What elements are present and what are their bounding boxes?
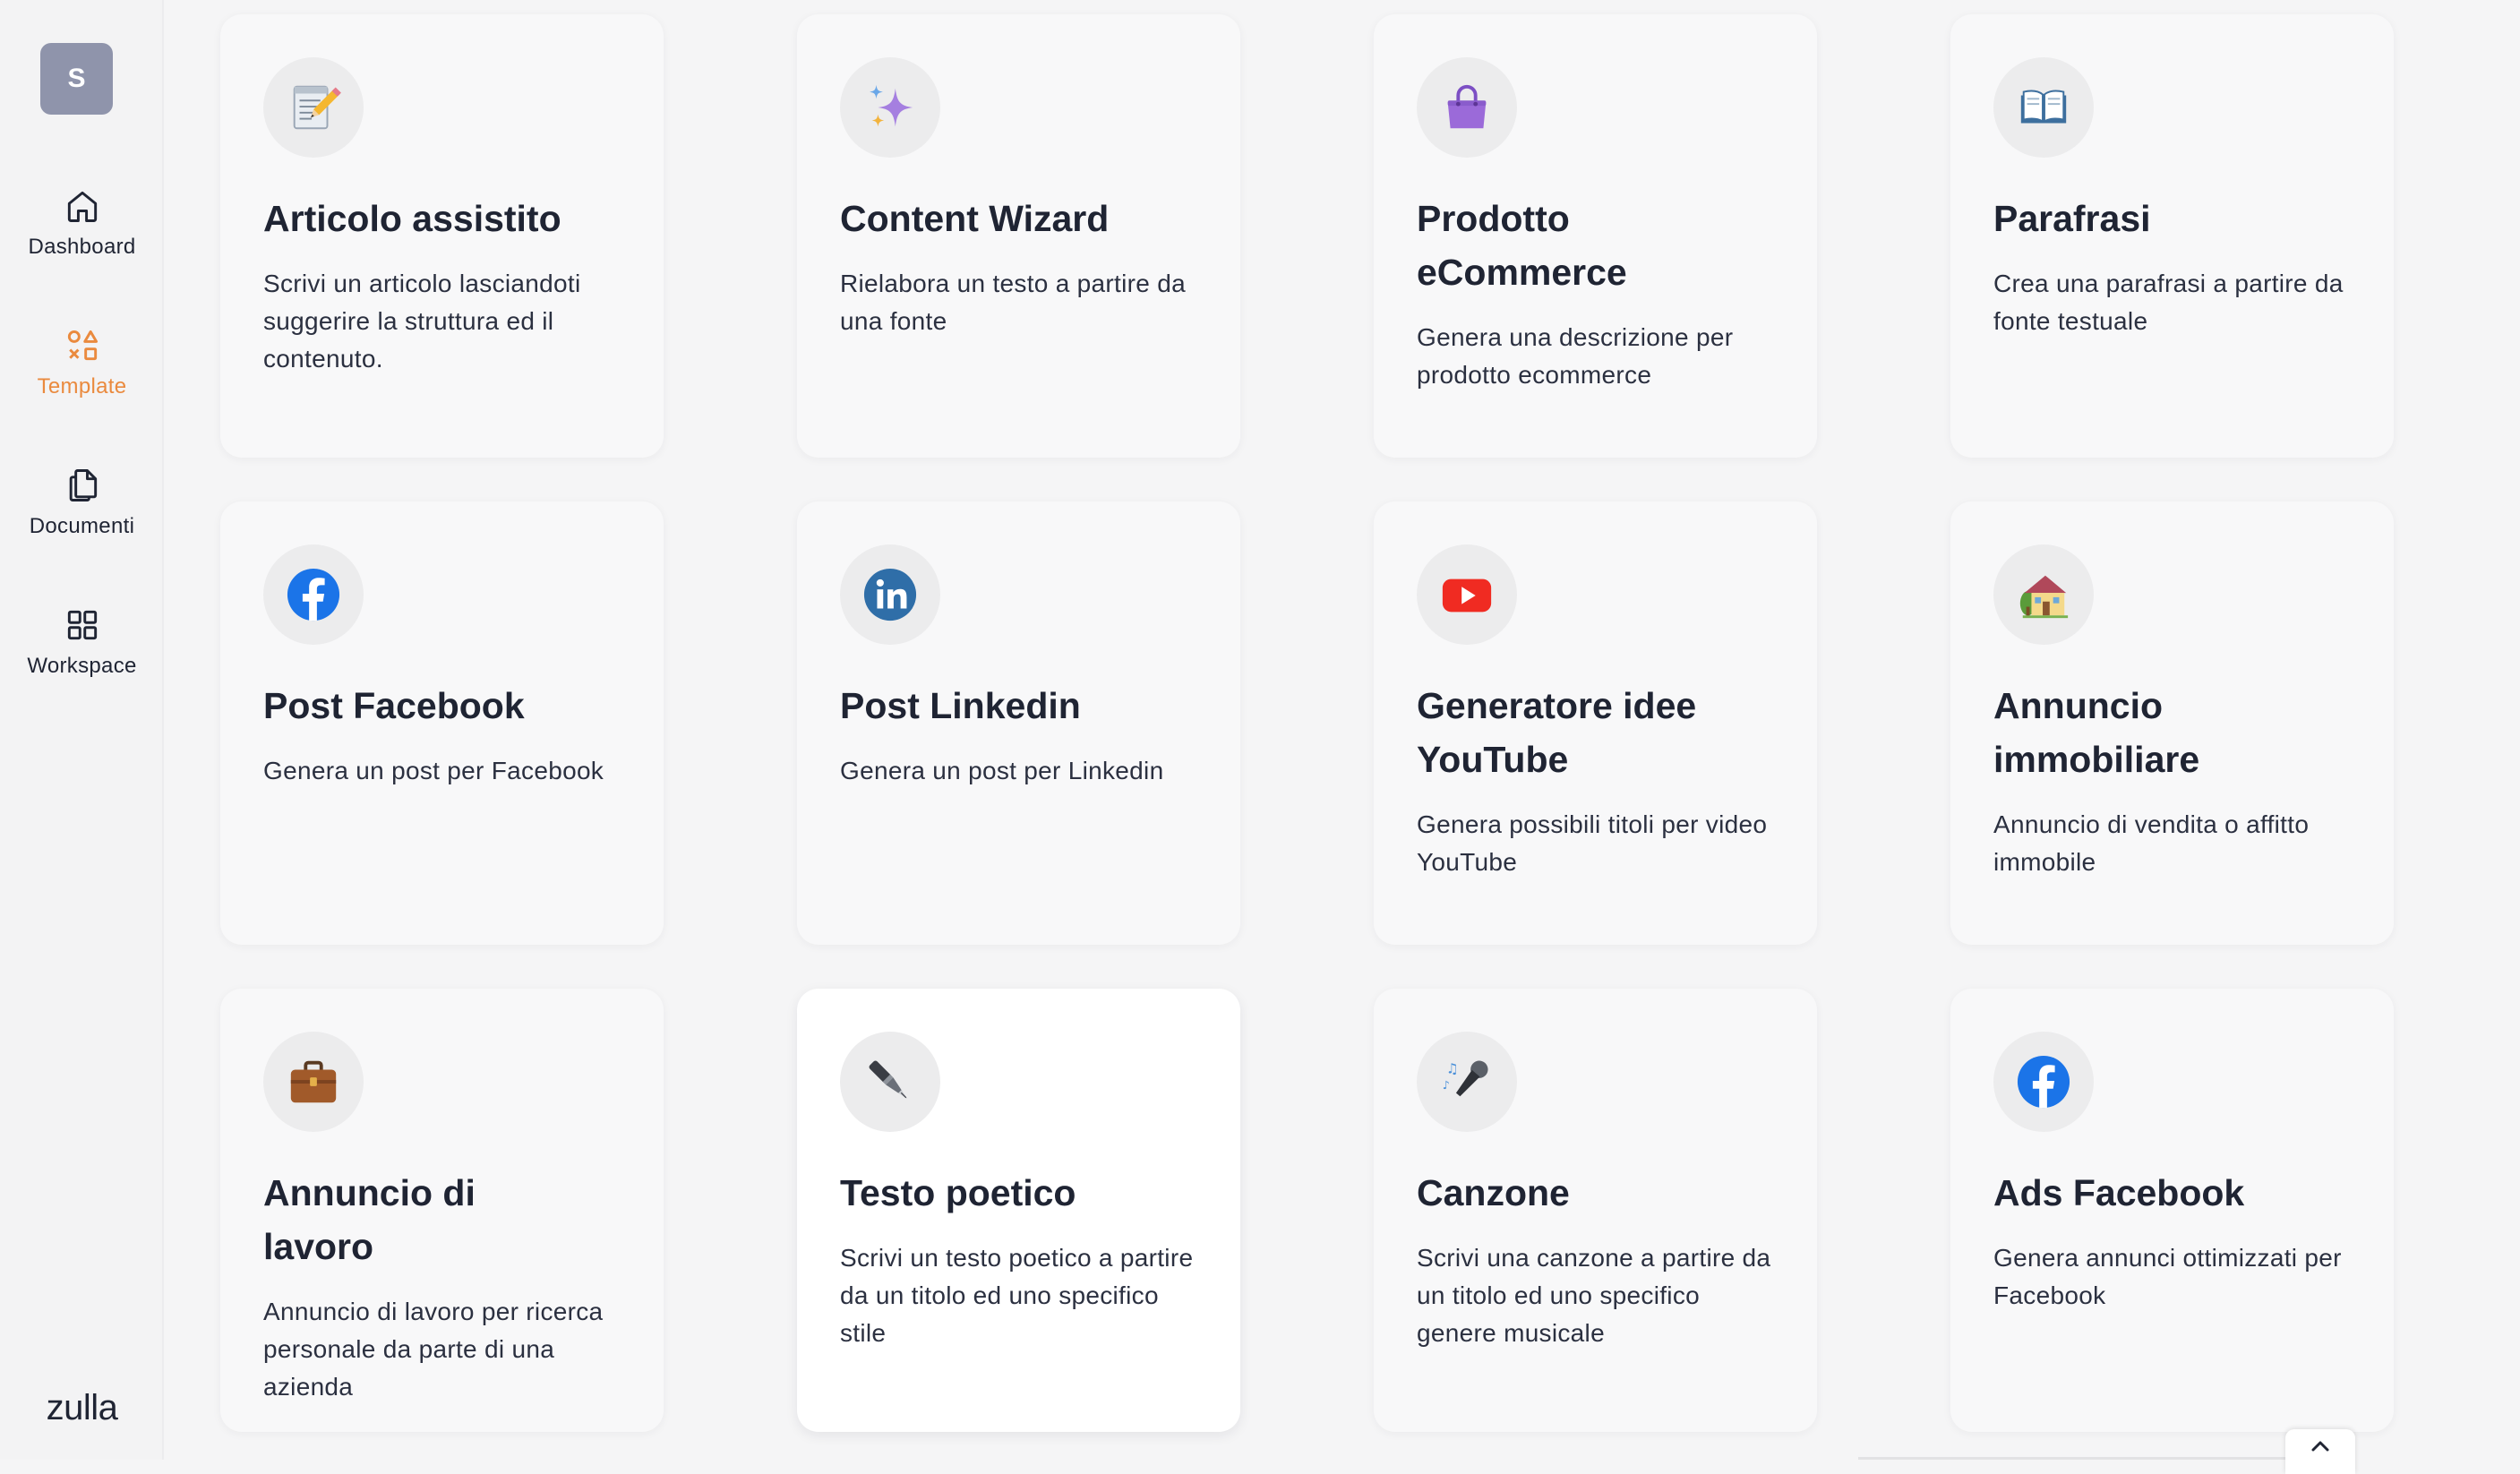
card-description: Rielabora un testo a partire da una font… xyxy=(840,270,1186,335)
card-description: Genera una descrizione per prodotto ecom… xyxy=(1417,323,1734,389)
card-title: Generatore idee YouTube xyxy=(1417,685,1697,780)
sidebar: S Dashboard Template Documenti Workspace… xyxy=(0,0,164,1460)
fountain-pen-icon xyxy=(869,1060,908,1100)
icon-badge xyxy=(1993,544,2094,645)
linkedin-icon xyxy=(863,568,917,621)
icon-badge xyxy=(1417,544,1517,645)
grid-icon xyxy=(67,610,97,640)
memo-pencil-icon xyxy=(293,85,341,130)
card-title: Content Wizard xyxy=(840,198,1110,239)
icon-badge xyxy=(840,544,940,645)
app-logo: zulla xyxy=(46,1388,118,1427)
briefcase-icon xyxy=(290,1060,337,1103)
icon-badge xyxy=(263,57,364,158)
sparkles-icon xyxy=(869,84,913,127)
template-card-post-linkedin[interactable]: Post Linkedin Genera un post per Linkedi… xyxy=(797,501,1240,945)
shapes-icon xyxy=(67,330,98,361)
card-title: Post Linkedin xyxy=(840,685,1081,726)
icon-badge xyxy=(263,544,364,645)
svg-text:♪: ♪ xyxy=(1443,1078,1450,1092)
nav-documenti-label: Documenti xyxy=(29,514,135,538)
facebook-icon xyxy=(287,568,340,621)
card-title: Prodotto eCommerce xyxy=(1417,198,1627,293)
card-title: Annuncio di lavoro xyxy=(263,1172,476,1267)
card-description: Scrivi una canzone a partire da un titol… xyxy=(1417,1244,1771,1347)
template-grid: Articolo assistito Scrivi un articolo la… xyxy=(220,14,2394,1432)
template-card-generatore-idee-youtube[interactable]: Generatore idee YouTube Genera possibili… xyxy=(1374,501,1817,945)
card-title: Post Facebook xyxy=(263,685,525,726)
icon-badge: ♫ ♪ xyxy=(1417,1032,1517,1132)
nav-dashboard-label: Dashboard xyxy=(28,235,136,259)
template-card-post-facebook[interactable]: Post Facebook Genera un post per Faceboo… xyxy=(220,501,664,945)
icon-badge xyxy=(1417,57,1517,158)
template-card-prodotto-ecommerce[interactable]: Prodotto eCommerce Genera una descrizion… xyxy=(1374,14,1817,458)
scroll-top-button[interactable] xyxy=(2285,1429,2355,1474)
chevron-up-icon xyxy=(2311,1441,2329,1452)
nav-documenti[interactable]: Documenti xyxy=(0,466,164,539)
template-card-content-wizard[interactable]: Content Wizard Rielabora un testo a part… xyxy=(797,14,1240,458)
template-card-canzone[interactable]: ♫ ♪ Canzone Scrivi una canzone a partire… xyxy=(1374,989,1817,1432)
home-icon xyxy=(67,191,97,222)
youtube-icon xyxy=(1442,578,1492,613)
card-description: Genera un post per Facebook xyxy=(263,757,604,784)
card-description: Genera possibili titoli per video YouTub… xyxy=(1417,810,1768,876)
nav-template[interactable]: Template xyxy=(0,326,164,399)
card-description: Scrivi un articolo lasciandoti suggerire… xyxy=(263,270,581,373)
card-title: Canzone xyxy=(1417,1172,1570,1213)
handbag-icon xyxy=(1447,84,1487,129)
card-title: Ads Facebook xyxy=(1993,1172,2245,1213)
card-title: Articolo assistito xyxy=(263,198,561,239)
template-card-annuncio-di-lavoro[interactable]: Annuncio di lavoro Annuncio di lavoro pe… xyxy=(220,989,664,1432)
facebook-icon xyxy=(2017,1055,2070,1109)
card-title: Annuncio immobiliare xyxy=(1993,685,2200,780)
documents-icon xyxy=(69,469,97,501)
template-card-ads-facebook[interactable]: Ads Facebook Genera annunci ottimizzati … xyxy=(1950,989,2394,1432)
icon-badge xyxy=(263,1032,364,1132)
card-description: Scrivi un testo poetico a partire da un … xyxy=(840,1244,1194,1347)
nav-workspace-label: Workspace xyxy=(27,654,137,678)
template-card-testo-poetico[interactable]: Testo poetico Scrivi un testo poetico a … xyxy=(797,989,1240,1432)
icon-badge xyxy=(1993,57,2094,158)
template-card-parafrasi[interactable]: Parafrasi Crea una parafrasi a partire d… xyxy=(1950,14,2394,458)
card-description: Genera un post per Linkedin xyxy=(840,757,1164,784)
icon-badge xyxy=(1993,1032,2094,1132)
nav-dashboard[interactable]: Dashboard xyxy=(0,186,164,260)
card-description: Annuncio di vendita o affitto immobile xyxy=(1993,810,2310,876)
open-book-icon xyxy=(2020,90,2067,124)
avatar[interactable]: S xyxy=(40,43,113,115)
card-title: Testo poetico xyxy=(840,1172,1076,1213)
microphone-icon: ♫ ♪ xyxy=(1443,1060,1488,1097)
card-title: Parafrasi xyxy=(1993,198,2151,239)
template-card-articolo-assistito[interactable]: Articolo assistito Scrivi un articolo la… xyxy=(220,14,664,458)
card-description: Annuncio di lavoro per ricerca personale… xyxy=(263,1298,604,1401)
nav-workspace[interactable]: Workspace xyxy=(0,605,164,679)
card-description: Genera annunci ottimizzati per Facebook xyxy=(1993,1244,2342,1309)
card-description: Crea una parafrasi a partire da fonte te… xyxy=(1993,270,2344,335)
nav-template-label: Template xyxy=(37,374,127,398)
icon-badge xyxy=(840,57,940,158)
icon-badge xyxy=(840,1032,940,1132)
house-icon xyxy=(2019,575,2069,619)
template-card-annuncio-immobiliare[interactable]: Annuncio immobiliare Annuncio di vendita… xyxy=(1950,501,2394,945)
svg-text:♫: ♫ xyxy=(1446,1060,1459,1076)
